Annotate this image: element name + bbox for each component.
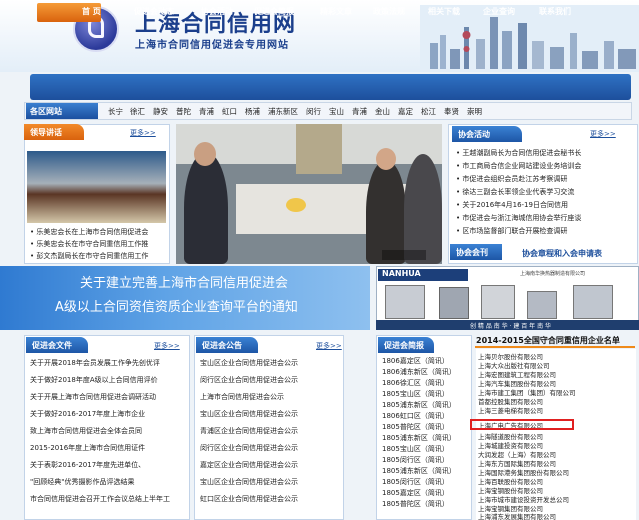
members-panel-title: 2014-2015全国守合同重信用企业名单: [476, 336, 620, 345]
list-item[interactable]: • 区市场监督部门联合开展检查调研: [456, 226, 636, 236]
nav-item-contact[interactable]: 联系我们: [539, 6, 571, 17]
nav-item-home[interactable]: 首 页: [82, 6, 101, 17]
member-item[interactable]: 上海浦东发展集团有限公司: [478, 511, 556, 520]
nav-item-policies[interactable]: 政策法规: [373, 6, 405, 17]
members-title-underline: [475, 346, 635, 348]
region-bar-label: 各区网站: [26, 103, 98, 119]
region-link[interactable]: 徐汇: [130, 106, 145, 117]
region-link[interactable]: 闵行: [306, 106, 321, 117]
announcements-panel-title: 促进会公告: [196, 337, 258, 353]
site-subtitle: 上海市合同信用促进会专用网站: [135, 40, 289, 51]
list-item[interactable]: • 乐美忠会长在市守合同重信用工作推: [30, 239, 166, 249]
banner-line-2: A级以上合同资信资质企业查询平台的通知: [55, 300, 298, 315]
ad-brand-logo: NANHUA: [378, 269, 468, 281]
region-link[interactable]: 杨浦: [245, 106, 260, 117]
list-item[interactable]: "回顾经典"优秀摄影作品评选结果: [30, 477, 186, 487]
list-item[interactable]: 致上海市合同信用促进会全体会员同: [30, 426, 186, 436]
list-item[interactable]: 宝山区企业合同信用促进会公示: [200, 477, 340, 487]
list-item[interactable]: 关于表彰2016-2017年度先进单位、: [30, 460, 186, 470]
region-link[interactable]: 普陀: [176, 106, 191, 117]
list-item[interactable]: 青浦区企业合同信用促进会公示: [200, 426, 340, 436]
nav-item-news[interactable]: 促进会动态: [134, 6, 174, 17]
list-item[interactable]: 1805嘉定区（简讯）: [382, 488, 472, 498]
featured-meeting-photo[interactable]: [176, 124, 442, 264]
nav-item-articles[interactable]: 精彩文章: [320, 6, 352, 17]
list-item[interactable]: • 乐美忠会长在上海市合同信用促进会: [30, 227, 166, 237]
member-item[interactable]: 上海三菱电梯有限公司: [478, 405, 543, 415]
list-item[interactable]: 1805浦东新区（简讯）: [382, 466, 472, 476]
list-item[interactable]: • 市促进会与浙江海城信用协会举行座谈: [456, 213, 636, 223]
list-item[interactable]: 1805宝山区（简讯）: [382, 444, 472, 454]
list-item[interactable]: • 市工商局合信企业网站建设业务培训会: [456, 161, 636, 171]
files-panel-title: 促进会文件: [26, 337, 88, 353]
list-item[interactable]: 闵行区企业合同信用促进会公示: [200, 375, 340, 385]
list-item[interactable]: 宝山区企业合同信用促进会公示: [200, 409, 340, 419]
list-item[interactable]: • 王越潮副局长为合同信用促进会秘书长: [456, 148, 636, 158]
region-link[interactable]: 金山: [375, 106, 390, 117]
ad-slogan: 创 精 品 南 华 · 建 百 年 南 华: [470, 323, 551, 330]
region-link[interactable]: 奉贤: [444, 106, 459, 117]
list-item[interactable]: 虹口区企业合同信用促进会公示: [200, 494, 340, 504]
region-link[interactable]: 青浦: [199, 106, 214, 117]
list-item[interactable]: 1805浦东新区（简讯）: [382, 400, 472, 410]
leaders-news-photo[interactable]: [27, 151, 166, 223]
banner-line-1: 关于建立完善上海市合同信用促进会: [80, 276, 289, 291]
list-item[interactable]: 1805闵行区（简讯）: [382, 455, 472, 465]
list-item[interactable]: 关于做好2018年度A级以上合同信用评价: [30, 375, 186, 385]
leaders-panel-title: 领导讲话: [24, 124, 84, 140]
journal-button[interactable]: 协会会刊: [450, 244, 502, 260]
list-item[interactable]: 1806虹口区（简讯）: [382, 411, 472, 421]
list-item[interactable]: 市合同信用促进会召开工作会议总结上半年工: [30, 494, 186, 504]
charter-application-link[interactable]: 协会章程和入会申请表: [522, 248, 602, 259]
list-item[interactable]: • 徐达三副会长率领企业代表学习交流: [456, 187, 636, 197]
list-item[interactable]: 关于开展2018年会员发展工作争先创优评: [30, 358, 186, 368]
list-item[interactable]: 1806浦东新区（简讯）: [382, 367, 472, 377]
nav-item-activities[interactable]: 协会活动: [201, 6, 233, 17]
region-link[interactable]: 宝山: [329, 106, 344, 117]
region-link[interactable]: 嘉定: [398, 106, 413, 117]
list-item[interactable]: 关于做好2016-2017年度上海市企业: [30, 409, 186, 419]
list-item[interactable]: • 彭文杰副局长在市守合同重信用工作: [30, 251, 166, 261]
list-item[interactable]: 1805闵行区（简讯）: [382, 477, 472, 487]
list-item[interactable]: 关于开展上海市合同信用促进会调研活动: [30, 392, 186, 402]
list-item[interactable]: 1805浦东新区（简讯）: [382, 433, 472, 443]
nav-item-downloads[interactable]: 相关下载: [428, 6, 460, 17]
list-item[interactable]: 1805宝山区（简讯）: [382, 389, 472, 399]
region-link[interactable]: 长宁: [108, 106, 123, 117]
bulletins-panel-title: 促进会简报: [378, 337, 434, 353]
region-link[interactable]: 虹口: [222, 106, 237, 117]
region-link[interactable]: 青浦: [352, 106, 367, 117]
list-item[interactable]: 1805普陀区（简讯）: [382, 499, 472, 509]
list-item[interactable]: 1806徐汇区（简讯）: [382, 378, 472, 388]
nav-item-bulletins[interactable]: 促进会简报: [254, 6, 294, 17]
list-item[interactable]: 1805普陀区（简讯）: [382, 422, 472, 432]
association-more-link[interactable]: 更多>>: [590, 129, 616, 139]
list-item[interactable]: 2015-2016年度上海市合同信用证件: [30, 443, 186, 453]
list-item[interactable]: 宝山区企业合同信用促进会公示: [200, 358, 340, 368]
list-item[interactable]: 闵行区企业合同信用促进会公示: [200, 443, 340, 453]
main-nav: [30, 74, 631, 100]
leaders-more-link[interactable]: 更多>>: [130, 128, 156, 138]
announcements-more-link[interactable]: 更多>>: [316, 341, 342, 351]
region-link[interactable]: 静安: [153, 106, 168, 117]
highlight-box: [470, 419, 574, 430]
region-link[interactable]: 崇明: [467, 106, 482, 117]
list-item[interactable]: • 关于2016年4月16-19日合同信用: [456, 200, 636, 210]
ad-company-name: 上海南华换热器制造有限公司: [520, 271, 586, 277]
region-link[interactable]: 松江: [421, 106, 436, 117]
region-link[interactable]: 浦东新区: [268, 106, 298, 117]
list-item[interactable]: • 市促进会组织会员赴江苏考察调研: [456, 174, 636, 184]
list-item[interactable]: 1806嘉定区（简讯）: [382, 356, 472, 366]
files-more-link[interactable]: 更多>>: [154, 341, 180, 351]
association-panel-title: 协会活动: [452, 126, 522, 142]
list-item[interactable]: 嘉定区企业合同信用促进会公示: [200, 460, 340, 470]
nav-item-enterprise-search[interactable]: 企业查询: [483, 6, 515, 17]
list-item[interactable]: 上海市合同信用促进会公示: [200, 392, 340, 402]
